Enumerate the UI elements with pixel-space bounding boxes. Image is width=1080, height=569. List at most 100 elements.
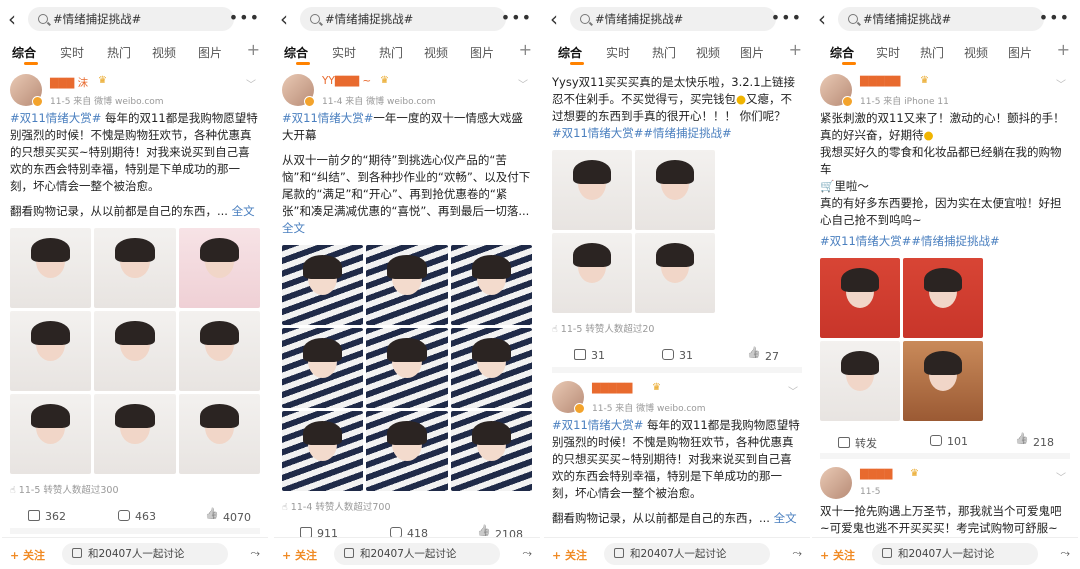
tab-realtime[interactable]: 实时 xyxy=(332,44,356,61)
photo[interactable] xyxy=(10,228,92,308)
more-icon[interactable]: ••• xyxy=(501,8,532,27)
tab-comprehensive[interactable]: 综合 xyxy=(830,44,854,61)
discuss-input[interactable]: 和20407人一起讨论 xyxy=(872,543,1038,565)
photo[interactable] xyxy=(366,328,448,408)
photo[interactable] xyxy=(366,245,448,325)
tab-hot[interactable]: 热门 xyxy=(107,44,131,61)
back-icon[interactable]: ‹ xyxy=(818,8,836,30)
tab-realtime[interactable]: 实时 xyxy=(606,44,630,61)
tab-realtime[interactable]: 实时 xyxy=(60,44,84,61)
search-input[interactable]: #情绪捕捉挑战# xyxy=(300,7,506,31)
like-button[interactable]: 4070 xyxy=(206,510,251,524)
photo[interactable] xyxy=(178,394,260,474)
back-icon[interactable]: ‹ xyxy=(8,8,26,30)
like-button[interactable]: 27 xyxy=(748,349,779,363)
comment-button[interactable]: 418 xyxy=(390,527,428,537)
tab-realtime[interactable]: 实时 xyxy=(876,44,900,61)
add-tab-icon[interactable]: + xyxy=(1057,40,1070,59)
post[interactable]: YY▇▇▇ ~ ♛ 11-4 来自 微博 weibo.com ﹀ #双11情绪大… xyxy=(274,66,540,537)
follow-button[interactable]: + 关注 xyxy=(10,547,45,563)
photo[interactable] xyxy=(635,150,715,230)
more-icon[interactable]: ••• xyxy=(229,8,260,27)
tab-hot[interactable]: 热门 xyxy=(920,44,944,61)
like-button[interactable]: 218 xyxy=(1016,435,1054,449)
username[interactable]: ▇▇▇▇▇ xyxy=(592,382,632,394)
share-icon[interactable]: ⤳ xyxy=(250,546,260,561)
photo[interactable] xyxy=(10,394,92,474)
photo[interactable] xyxy=(820,258,900,338)
tab-images[interactable]: 图片 xyxy=(1008,44,1032,61)
tab-video[interactable]: 视频 xyxy=(424,44,448,61)
photo[interactable] xyxy=(820,341,900,421)
chevron-down-icon[interactable]: ﹀ xyxy=(1056,76,1066,91)
chevron-down-icon[interactable]: ﹀ xyxy=(788,383,798,398)
chevron-down-icon[interactable]: ﹀ xyxy=(1056,469,1066,484)
tab-comprehensive[interactable]: 综合 xyxy=(558,44,582,61)
post[interactable]: ▇▇▇▇▇ ♛ 11-5 来自 微博 weibo.com ﹀ #双11情绪大赏#… xyxy=(544,373,810,527)
username[interactable]: YY▇▇▇ ~ xyxy=(322,75,371,87)
photo[interactable] xyxy=(552,150,632,230)
photo[interactable] xyxy=(450,245,532,325)
tab-video[interactable]: 视频 xyxy=(696,44,720,61)
photo[interactable] xyxy=(450,328,532,408)
follow-button[interactable]: + 关注 xyxy=(552,547,587,563)
tab-hot[interactable]: 热门 xyxy=(379,44,403,61)
comment-button[interactable]: 463 xyxy=(118,510,156,523)
repost-button[interactable]: 911 xyxy=(300,527,338,537)
search-input[interactable]: #情绪捕捉挑战# xyxy=(570,7,776,31)
comment-button[interactable]: 31 xyxy=(662,349,693,362)
photo[interactable] xyxy=(635,233,715,313)
avatar[interactable] xyxy=(820,467,852,499)
tab-comprehensive[interactable]: 综合 xyxy=(284,44,308,61)
photo[interactable] xyxy=(282,328,364,408)
username[interactable]: ▇▇▇▇▇ xyxy=(860,75,900,87)
username[interactable]: ▇▇▇▇ xyxy=(860,468,892,480)
discuss-input[interactable]: 和20407人一起讨论 xyxy=(604,543,770,565)
back-icon[interactable]: ‹ xyxy=(280,8,298,30)
comment-button[interactable]: 101 xyxy=(930,435,968,448)
photo[interactable] xyxy=(178,311,260,391)
photo[interactable] xyxy=(178,228,260,308)
share-icon[interactable]: ⤳ xyxy=(522,546,532,561)
search-input[interactable]: #情绪捕捉挑战# xyxy=(838,7,1044,31)
expand-link[interactable]: 全文 xyxy=(774,511,797,525)
photo[interactable] xyxy=(10,311,92,391)
photo[interactable] xyxy=(94,228,176,308)
hashtag[interactable]: #双11情绪大赏##情绪捕捉挑战# xyxy=(820,234,1000,248)
add-tab-icon[interactable]: + xyxy=(789,40,802,59)
follow-button[interactable]: + 关注 xyxy=(282,547,317,563)
post[interactable]: ▇▇▇▇▇ ♛ 11-5 来自 iPhone 11 ﹀ 紧张刺激的双11又来了！… xyxy=(812,66,1078,459)
repost-button[interactable]: 转发 xyxy=(838,435,877,451)
more-icon[interactable]: ••• xyxy=(771,8,802,27)
tab-video[interactable]: 视频 xyxy=(964,44,988,61)
discuss-input[interactable]: 和20407人一起讨论 xyxy=(62,543,228,565)
photo[interactable] xyxy=(450,411,532,491)
follow-button[interactable]: + 关注 xyxy=(820,547,855,563)
photo[interactable] xyxy=(94,394,176,474)
hashtag[interactable]: #双11情绪大赏# xyxy=(10,111,101,125)
tab-images[interactable]: 图片 xyxy=(198,44,222,61)
photo[interactable] xyxy=(282,245,364,325)
more-icon[interactable]: ••• xyxy=(1039,8,1070,27)
chevron-down-icon[interactable]: ﹀ xyxy=(246,76,256,91)
username[interactable]: ▇▇▇ 沫 xyxy=(50,75,88,90)
like-button[interactable]: 2108 xyxy=(478,527,523,537)
tab-images[interactable]: 图片 xyxy=(740,44,764,61)
repost-button[interactable]: 362 xyxy=(28,510,66,523)
add-tab-icon[interactable]: + xyxy=(247,40,260,59)
discuss-input[interactable]: 和20407人一起讨论 xyxy=(334,543,500,565)
tab-hot[interactable]: 热门 xyxy=(652,44,676,61)
add-tab-icon[interactable]: + xyxy=(519,40,532,59)
share-icon[interactable]: ⤳ xyxy=(1060,546,1070,561)
hashtag[interactable]: #双11情绪大赏##情绪捕捉挑战# xyxy=(552,126,732,140)
share-icon[interactable]: ⤳ xyxy=(792,546,802,561)
post[interactable]: Yysy双11买买买真的是太快乐啦，3.2.1上链接忍不住剁手。不买觉得亏，买完… xyxy=(544,66,810,373)
post[interactable]: ▇▇▇▇ ♛ 11-5 ﹀ 双十一抢先购遇上万圣节，那我就当个可爱鬼吧~可爱鬼也… xyxy=(812,459,1078,537)
photo[interactable] xyxy=(366,411,448,491)
hashtag[interactable]: #双11情绪大赏# xyxy=(282,111,373,125)
hashtag[interactable]: #双11情绪大赏# xyxy=(552,418,643,432)
tab-images[interactable]: 图片 xyxy=(470,44,494,61)
search-input[interactable]: #情绪捕捉挑战# xyxy=(28,7,234,31)
expand-link[interactable]: 全文 xyxy=(282,221,305,235)
photo[interactable] xyxy=(94,311,176,391)
